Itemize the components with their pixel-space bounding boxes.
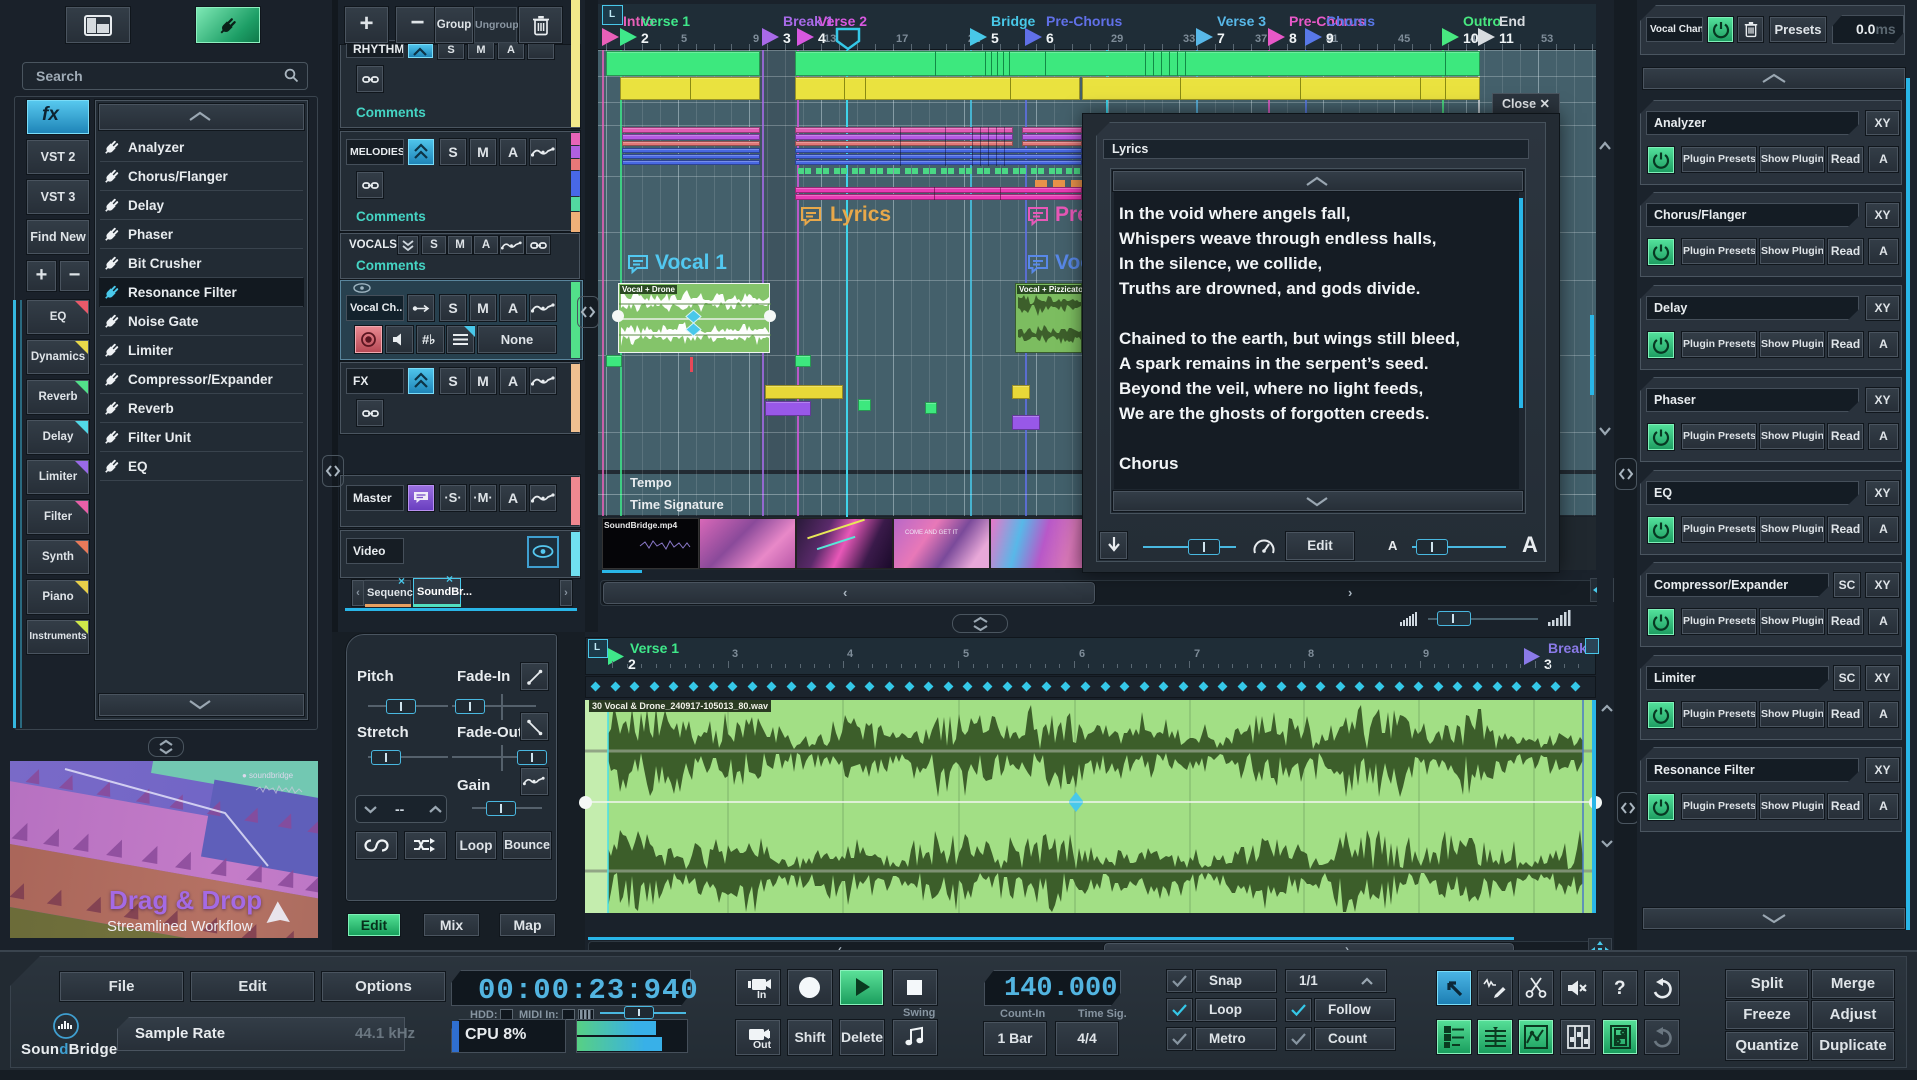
svg-text:x: x <box>1580 983 1585 993</box>
